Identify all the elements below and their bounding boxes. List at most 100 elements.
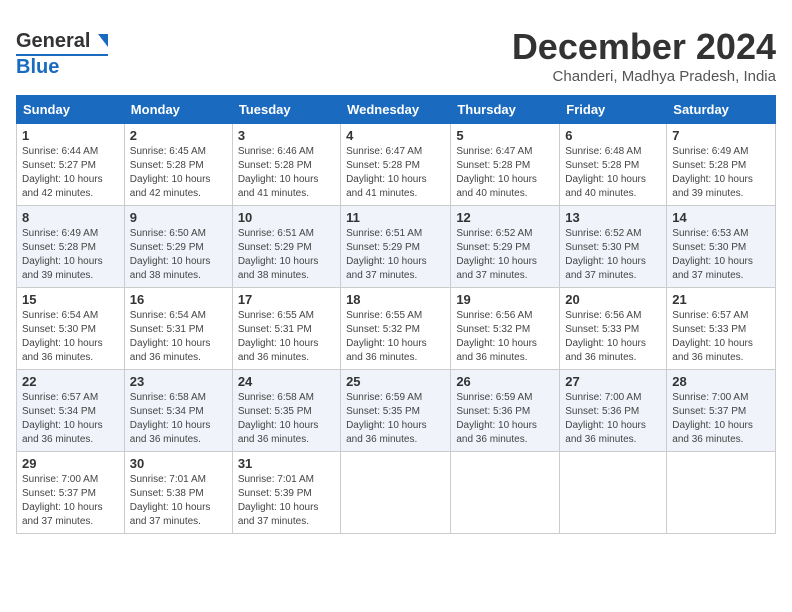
day-info: Sunrise: 7:00 AMSunset: 5:37 PMDaylight:…	[672, 391, 770, 447]
logo-general-text: General	[16, 30, 90, 53]
day-info: Sunrise: 6:49 AMSunset: 5:28 PMDaylight:…	[672, 145, 770, 201]
day-cell-29: 29 Sunrise: 7:00 AMSunset: 5:37 PMDayligh…	[17, 452, 125, 534]
day-cell-31: 31Sunrise: 7:01 AMSunset: 5:39 PMDayligh…	[232, 452, 340, 534]
calendar-table: SundayMondayTuesdayWednesdayThursdayFrid…	[16, 95, 776, 534]
day-info: Sunrise: 6:44 AMSunset: 5:27 PMDaylight:…	[22, 145, 119, 201]
empty-cell	[341, 452, 451, 534]
day-info: Sunrise: 7:01 AMSunset: 5:38 PMDaylight:…	[130, 473, 227, 529]
day-info: Sunrise: 7:00 AMSunset: 5:37 PMDaylight:…	[22, 473, 119, 529]
day-info: Sunrise: 6:58 AMSunset: 5:34 PMDaylight:…	[130, 391, 227, 447]
day-number: 2	[130, 128, 227, 143]
logo: General Blue	[16, 26, 108, 79]
day-number: 8	[22, 210, 119, 225]
calendar-week-5: 29 Sunrise: 7:00 AMSunset: 5:37 PMDayligh…	[17, 452, 776, 534]
day-number: 3	[238, 128, 335, 143]
calendar-week-2: 8Sunrise: 6:49 AMSunset: 5:28 PMDaylight…	[17, 206, 776, 288]
day-number: 28	[672, 374, 770, 389]
day-number: 15	[22, 292, 119, 307]
day-number: 11	[346, 210, 445, 225]
day-info: Sunrise: 6:52 AMSunset: 5:30 PMDaylight:…	[565, 227, 661, 283]
calendar-week-3: 15 Sunrise: 6:54 AMSunset: 5:30 PMDayligh…	[17, 288, 776, 370]
header-monday: Monday	[124, 96, 232, 124]
day-cell-28: 28 Sunrise: 7:00 AMSunset: 5:37 PMDayligh…	[667, 370, 776, 452]
day-info: Sunrise: 6:46 AMSunset: 5:28 PMDaylight:…	[238, 145, 335, 201]
day-cell-12: 12 Sunrise: 6:52 AMSunset: 5:29 PMDayligh…	[451, 206, 560, 288]
day-cell-15: 15 Sunrise: 6:54 AMSunset: 5:30 PMDayligh…	[17, 288, 125, 370]
day-number: 24	[238, 374, 335, 389]
day-cell-10: 10Sunrise: 6:51 AMSunset: 5:29 PMDayligh…	[232, 206, 340, 288]
day-cell-24: 24Sunrise: 6:58 AMSunset: 5:35 PMDayligh…	[232, 370, 340, 452]
day-info: Sunrise: 6:45 AMSunset: 5:28 PMDaylight:…	[130, 145, 227, 201]
day-info: Sunrise: 6:53 AMSunset: 5:30 PMDaylight:…	[672, 227, 770, 283]
day-number: 19	[456, 292, 554, 307]
day-info: Sunrise: 6:57 AMSunset: 5:33 PMDaylight:…	[672, 309, 770, 365]
day-cell-13: 13 Sunrise: 6:52 AMSunset: 5:30 PMDayligh…	[560, 206, 667, 288]
day-info: Sunrise: 6:56 AMSunset: 5:32 PMDaylight:…	[456, 309, 554, 365]
day-cell-18: 18 Sunrise: 6:55 AMSunset: 5:32 PMDayligh…	[341, 288, 451, 370]
day-number: 17	[238, 292, 335, 307]
day-number: 26	[456, 374, 554, 389]
day-number: 16	[130, 292, 227, 307]
day-info: Sunrise: 6:47 AMSunset: 5:28 PMDaylight:…	[346, 145, 445, 201]
header-saturday: Saturday	[667, 96, 776, 124]
day-cell-7: 7 Sunrise: 6:49 AMSunset: 5:28 PMDaylight…	[667, 124, 776, 206]
calendar-subtitle: Chanderi, Madhya Pradesh, India	[512, 68, 776, 85]
day-cell-19: 19 Sunrise: 6:56 AMSunset: 5:32 PMDayligh…	[451, 288, 560, 370]
day-number: 13	[565, 210, 661, 225]
day-cell-1: 1Sunrise: 6:44 AMSunset: 5:27 PMDaylight…	[17, 124, 125, 206]
calendar-week-1: 1Sunrise: 6:44 AMSunset: 5:27 PMDaylight…	[17, 124, 776, 206]
header-wednesday: Wednesday	[341, 96, 451, 124]
day-number: 27	[565, 374, 661, 389]
day-cell-17: 17Sunrise: 6:55 AMSunset: 5:31 PMDayligh…	[232, 288, 340, 370]
day-number: 10	[238, 210, 335, 225]
day-cell-5: 5 Sunrise: 6:47 AMSunset: 5:28 PMDaylight…	[451, 124, 560, 206]
day-cell-21: 21 Sunrise: 6:57 AMSunset: 5:33 PMDayligh…	[667, 288, 776, 370]
day-cell-11: 11 Sunrise: 6:51 AMSunset: 5:29 PMDayligh…	[341, 206, 451, 288]
day-cell-9: 9Sunrise: 6:50 AMSunset: 5:29 PMDaylight…	[124, 206, 232, 288]
day-number: 7	[672, 128, 770, 143]
title-section: December 2024 Chanderi, Madhya Pradesh, …	[512, 26, 776, 85]
day-cell-4: 4Sunrise: 6:47 AMSunset: 5:28 PMDaylight…	[341, 124, 451, 206]
day-number: 21	[672, 292, 770, 307]
day-number: 6	[565, 128, 661, 143]
day-cell-20: 20Sunrise: 6:56 AMSunset: 5:33 PMDayligh…	[560, 288, 667, 370]
day-cell-30: 30 Sunrise: 7:01 AMSunset: 5:38 PMDayligh…	[124, 452, 232, 534]
day-cell-23: 23Sunrise: 6:58 AMSunset: 5:34 PMDayligh…	[124, 370, 232, 452]
day-number: 9	[130, 210, 227, 225]
day-info: Sunrise: 6:47 AMSunset: 5:28 PMDaylight:…	[456, 145, 554, 201]
day-info: Sunrise: 7:00 AMSunset: 5:36 PMDaylight:…	[565, 391, 661, 447]
logo-blue-text: Blue	[16, 56, 59, 78]
day-cell-27: 27 Sunrise: 7:00 AMSunset: 5:36 PMDayligh…	[560, 370, 667, 452]
day-cell-26: 26Sunrise: 6:59 AMSunset: 5:36 PMDayligh…	[451, 370, 560, 452]
day-number: 12	[456, 210, 554, 225]
day-info: Sunrise: 6:57 AMSunset: 5:34 PMDaylight:…	[22, 391, 119, 447]
day-info: Sunrise: 6:54 AMSunset: 5:31 PMDaylight:…	[130, 309, 227, 365]
day-cell-14: 14Sunrise: 6:53 AMSunset: 5:30 PMDayligh…	[667, 206, 776, 288]
logo-bird-icon	[90, 33, 108, 51]
empty-cell	[560, 452, 667, 534]
page-header: General Blue December 2024 Chanderi, Mad…	[16, 26, 776, 85]
day-cell-16: 16 Sunrise: 6:54 AMSunset: 5:31 PMDayligh…	[124, 288, 232, 370]
day-number: 18	[346, 292, 445, 307]
day-number: 30	[130, 456, 227, 471]
header-friday: Friday	[560, 96, 667, 124]
day-info: Sunrise: 6:54 AMSunset: 5:30 PMDaylight:…	[22, 309, 119, 365]
day-number: 31	[238, 456, 335, 471]
empty-cell	[667, 452, 776, 534]
calendar-body: 1Sunrise: 6:44 AMSunset: 5:27 PMDaylight…	[17, 124, 776, 534]
day-info: Sunrise: 6:52 AMSunset: 5:29 PMDaylight:…	[456, 227, 554, 283]
header-tuesday: Tuesday	[232, 96, 340, 124]
day-info: Sunrise: 6:59 AMSunset: 5:35 PMDaylight:…	[346, 391, 445, 447]
day-cell-25: 25 Sunrise: 6:59 AMSunset: 5:35 PMDayligh…	[341, 370, 451, 452]
day-number: 5	[456, 128, 554, 143]
day-number: 22	[22, 374, 119, 389]
day-info: Sunrise: 6:51 AMSunset: 5:29 PMDaylight:…	[346, 227, 445, 283]
day-cell-8: 8Sunrise: 6:49 AMSunset: 5:28 PMDaylight…	[17, 206, 125, 288]
day-info: Sunrise: 6:48 AMSunset: 5:28 PMDaylight:…	[565, 145, 661, 201]
day-cell-22: 22 Sunrise: 6:57 AMSunset: 5:34 PMDayligh…	[17, 370, 125, 452]
day-number: 25	[346, 374, 445, 389]
day-cell-2: 2 Sunrise: 6:45 AMSunset: 5:28 PMDaylight…	[124, 124, 232, 206]
day-number: 29	[22, 456, 119, 471]
calendar-header-row: SundayMondayTuesdayWednesdayThursdayFrid…	[17, 96, 776, 124]
day-info: Sunrise: 6:55 AMSunset: 5:32 PMDaylight:…	[346, 309, 445, 365]
